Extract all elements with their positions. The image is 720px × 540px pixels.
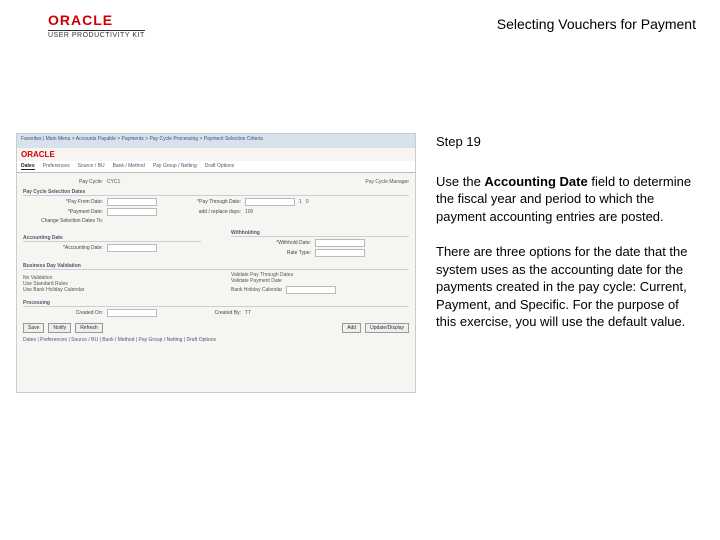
update-button[interactable]: Update/Display <box>365 323 409 333</box>
tab-strip: Dates Preferences Source / BU Bank / Met… <box>17 161 415 173</box>
pay-cycle-value: CYC1 <box>107 179 120 185</box>
accounting-date-input[interactable] <box>107 244 157 252</box>
pay-cycle-label: Pay Cycle: <box>23 179 103 185</box>
payment-date-input[interactable] <box>107 208 157 216</box>
cnt-from: 1 <box>299 199 302 205</box>
tab-source[interactable]: Source / BU <box>78 163 105 170</box>
cnt-to: 0 <box>306 199 309 205</box>
opt-bank-cal[interactable]: Use Bank Holiday Calendar <box>23 287 201 293</box>
instruction-panel: Step 19 Use the Accounting Date field to… <box>436 133 696 393</box>
refresh-button[interactable]: Refresh <box>75 323 103 333</box>
form-body: Pay Cycle: CYC1 Pay Cycle Manager Pay Cy… <box>17 173 415 347</box>
footer-tab-links[interactable]: Dates | Preferences | Source / BU | Bank… <box>23 337 409 343</box>
step-number: Step 19 <box>436 133 696 151</box>
notify-button[interactable]: Notify <box>48 323 71 333</box>
days-value: 100 <box>245 209 253 215</box>
validation-header: Business Day Validation <box>23 263 409 270</box>
payment-date-label: *Payment Date: <box>23 209 103 215</box>
selection-dates-header: Pay Cycle Selection Dates <box>23 189 409 196</box>
header-bar: ORACLE USER PRODUCTIVITY KIT Selecting V… <box>0 0 720 45</box>
button-row: Save Notify Refresh Add Update/Display <box>23 323 409 333</box>
instruction-paragraph-1: Use the Accounting Date field to determi… <box>436 173 696 226</box>
rate-type-input[interactable] <box>315 249 365 257</box>
p1-pre: Use the <box>436 174 484 189</box>
oracle-logo: ORACLE <box>48 12 145 31</box>
holiday-input[interactable] <box>286 286 336 294</box>
content-row: Favorites | Main Menu > Accounts Payable… <box>0 45 720 393</box>
tab-draft[interactable]: Draft Options <box>205 163 234 170</box>
logo-block: ORACLE USER PRODUCTIVITY KIT <box>48 12 145 39</box>
created-on-input[interactable] <box>107 309 157 317</box>
pay-cycle-mgr-link[interactable]: Pay Cycle Manager <box>365 179 409 185</box>
tab-preferences[interactable]: Preferences <box>43 163 70 170</box>
withholding-header: Withholding <box>231 230 409 237</box>
days-label: add / replace days: <box>161 209 241 215</box>
p1-bold: Accounting Date <box>484 174 587 189</box>
pay-from-label: *Pay From Date: <box>23 199 103 205</box>
save-button[interactable]: Save <box>23 323 44 333</box>
accounting-date-header: Accounting Date <box>23 235 201 242</box>
holiday-label: Bank Holiday Calendar <box>231 287 282 293</box>
inner-logo: ORACLE <box>17 148 59 161</box>
opt-validate-payment[interactable]: Validate Payment Date <box>231 278 409 284</box>
withhold-date-input[interactable] <box>315 239 365 247</box>
breadcrumb: Favorites | Main Menu > Accounts Payable… <box>17 134 415 148</box>
processing-header: Processing <box>23 300 409 307</box>
add-button[interactable]: Add <box>342 323 361 333</box>
change-dates-label: Change Selection Dates To: <box>23 218 103 224</box>
tab-paygroup[interactable]: Pay Group / Netting <box>153 163 197 170</box>
tab-bank[interactable]: Bank / Method <box>113 163 145 170</box>
logo-subtitle: USER PRODUCTIVITY KIT <box>48 32 145 39</box>
created-by-label: Created By: <box>161 310 241 316</box>
created-by-value: TT <box>245 310 251 316</box>
accounting-date-label: *Accounting Date: <box>23 245 103 251</box>
page-title: Selecting Vouchers for Payment <box>497 16 696 32</box>
pay-through-input[interactable] <box>245 198 295 206</box>
rate-type-label: Rate Type: <box>231 250 311 256</box>
created-on-label: Created On: <box>23 310 103 316</box>
tab-dates[interactable]: Dates <box>21 163 35 170</box>
pay-through-label: *Pay Through Date: <box>161 199 241 205</box>
pay-from-input[interactable] <box>107 198 157 206</box>
withhold-date-label: *Withhold Date: <box>231 240 311 246</box>
app-screenshot: Favorites | Main Menu > Accounts Payable… <box>16 133 416 393</box>
instruction-paragraph-2: There are three options for the date tha… <box>436 243 696 331</box>
